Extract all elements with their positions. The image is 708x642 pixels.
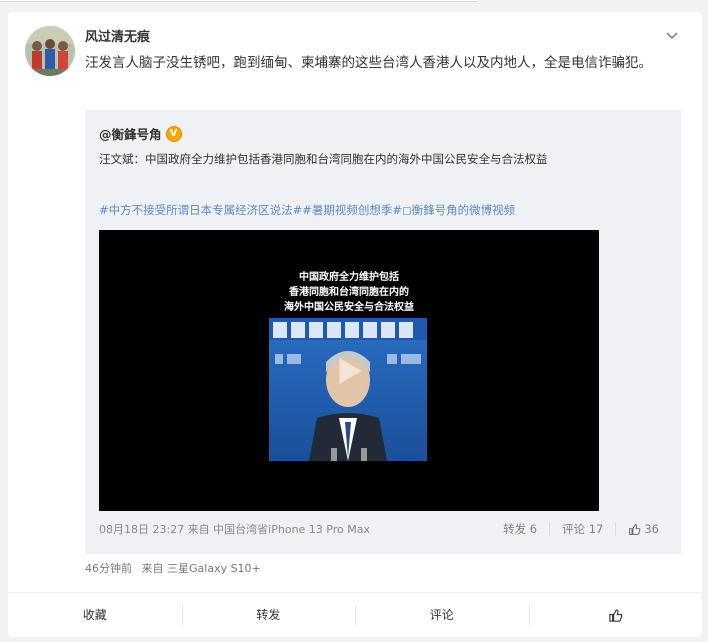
chevron-down-icon[interactable] — [664, 27, 680, 43]
caption-line: 香港同胞和台湾同胞在内的 — [289, 287, 409, 298]
comment-count-link[interactable]: 评论 17 — [562, 521, 603, 537]
video-player[interactable]: 中国政府全力维护包括 香港同胞和台湾同胞在内的 海外中国公民安全与合法权益 — [99, 230, 599, 511]
post-text: 汪发言人脑子没生锈吧，跑到缅甸、柬埔寨的这些台湾人香港人以及内地人，全是电信诈骗… — [85, 55, 652, 71]
verified-badge-icon: V — [165, 125, 182, 142]
video-thumbnail — [269, 318, 427, 461]
caption-line: 海外中国公民安全与合法权益 — [284, 302, 414, 313]
action-bar: 收藏 转发 评论 — [8, 592, 702, 637]
repost-text: 汪文斌：中国政府全力维护包括香港同胞和台湾同胞在内的海外中国公民安全与合法权益 — [99, 152, 548, 166]
avatar[interactable] — [25, 26, 75, 76]
post-time[interactable]: 46分钟前 — [85, 562, 132, 575]
post-source: 来自 三星Galaxy S10+ — [141, 562, 261, 575]
like-count: 36 — [644, 522, 659, 536]
repost-button[interactable]: 转发 — [181, 603, 356, 627]
hashtags: #中方不接受所谓日本专属经济区说法# #暑期视频创想季# ◻衡鋒号角的微博视频 — [99, 202, 515, 218]
repost-author[interactable]: @衡鋒号角 V — [99, 124, 182, 143]
username[interactable]: 风过清无痕 — [85, 26, 150, 45]
repost-author-name[interactable]: @衡鋒号角 — [99, 124, 162, 143]
like-button[interactable] — [528, 603, 703, 627]
like-button[interactable]: 36 — [628, 522, 659, 536]
repost-stats: 转发 6 评论 17 36 — [503, 521, 659, 537]
comment-button[interactable]: 评论 — [355, 603, 529, 627]
thumb-up-icon — [609, 609, 623, 622]
repost-meta: 08月18日 23:27 来自 中国台湾省iPhone 13 Pro Max — [99, 523, 370, 536]
thumb-up-icon — [629, 523, 641, 535]
top-divider — [0, 0, 478, 2]
divider — [615, 522, 617, 536]
weibo-card: 风过清无痕 汪发言人脑子没生锈吧，跑到缅甸、柬埔寨的这些台湾人香港人以及内地人，… — [8, 12, 702, 637]
repost-box[interactable]: @衡鋒号角 V 汪文斌：中国政府全力维护包括香港同胞和台湾同胞在内的海外中国公民… — [85, 110, 681, 554]
divider — [549, 522, 551, 536]
video-link[interactable]: ◻衡鋒号角的微博视频 — [402, 202, 515, 218]
hashtag-link[interactable]: #暑期视频创想季# — [302, 202, 402, 218]
post-meta: 46分钟前 来自 三星Galaxy S10+ — [85, 560, 261, 576]
video-caption: 中国政府全力维护包括 香港同胞和台湾同胞在内的 海外中国公民安全与合法权益 — [99, 270, 599, 315]
caption-line: 中国政府全力维护包括 — [299, 272, 399, 283]
repost-count-link[interactable]: 转发 6 — [503, 521, 537, 537]
hashtag-link[interactable]: #中方不接受所谓日本专属经济区说法# — [99, 202, 302, 218]
collect-button[interactable]: 收藏 — [8, 603, 182, 627]
